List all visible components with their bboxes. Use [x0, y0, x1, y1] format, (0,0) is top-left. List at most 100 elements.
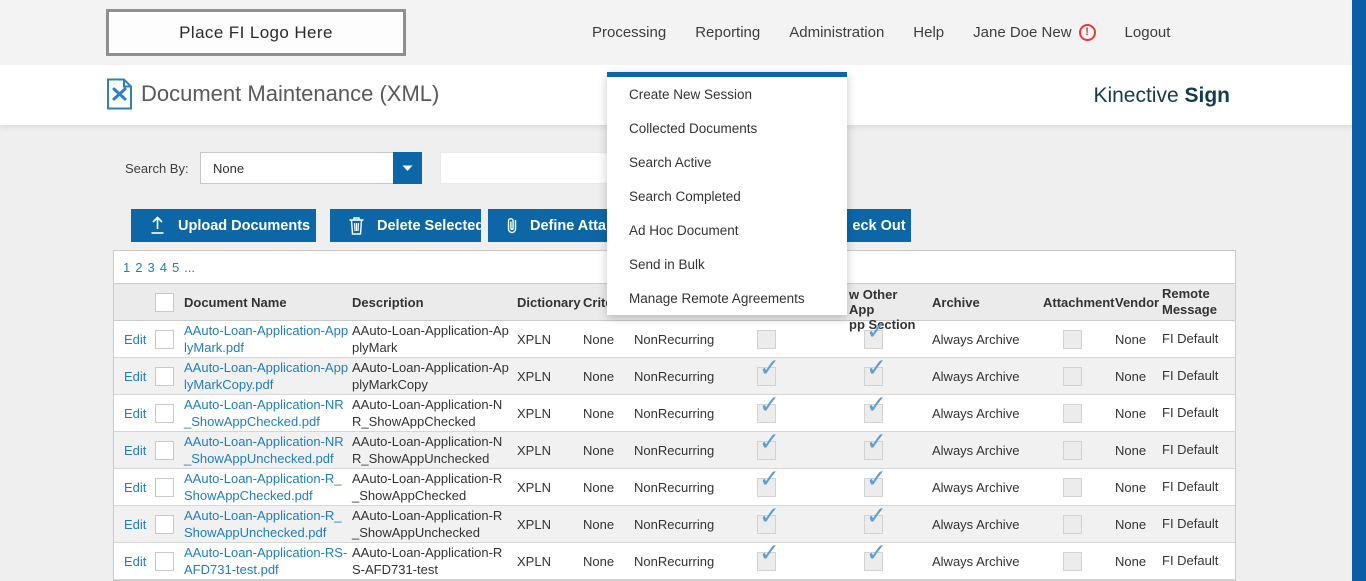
menu-item-search-active[interactable]: Search Active [607, 145, 847, 179]
row-select-checkbox[interactable] [155, 515, 174, 534]
attachment-checkbox[interactable] [1063, 478, 1082, 497]
nav-reporting[interactable]: Reporting [695, 24, 760, 41]
attachment-checkbox[interactable] [1063, 330, 1082, 349]
upload-documents-label: Upload Documents [178, 218, 310, 234]
show-other-app-checkbox[interactable]: ✓ [864, 404, 883, 423]
alert-icon: ! [1079, 24, 1096, 41]
show-other-app-checkbox[interactable]: ✓ [864, 330, 883, 349]
row-select-checkbox[interactable] [155, 330, 174, 349]
document-name-link[interactable]: AAuto-Loan-Application-ApplyMark.pdf [184, 322, 350, 356]
edit-link[interactable]: Edit [124, 369, 146, 384]
pagination-page-3[interactable]: 3 [147, 260, 154, 275]
description-cell: AAuto-Loan-Application-R_ShowAppUnchecke… [350, 506, 509, 542]
select-all-checkbox[interactable] [155, 293, 174, 312]
criteria-cell: None [579, 543, 626, 579]
description-cell: AAuto-Loan-Application-NR_ShowAppUncheck… [350, 432, 509, 468]
nav-help[interactable]: Help [913, 24, 944, 41]
edit-link[interactable]: Edit [124, 480, 146, 495]
document-name-link[interactable]: AAuto-Loan-Application-R_ShowAppChecked.… [184, 470, 350, 504]
menu-item-ad-hoc-document[interactable]: Ad Hoc Document [607, 213, 847, 247]
recurring-checkbox[interactable]: ✓ [757, 404, 776, 423]
edit-link[interactable]: Edit [124, 406, 146, 421]
dictionary-cell: XPLN [509, 321, 579, 357]
row-select-checkbox[interactable] [155, 367, 174, 386]
header-other-app-section[interactable]: w Other App pp Section [834, 284, 924, 320]
menu-item-send-in-bulk[interactable]: Send in Bulk [607, 247, 847, 281]
header-document-name[interactable]: Document Name [182, 284, 350, 320]
header-dictionary[interactable]: Dictionary [509, 284, 579, 320]
show-other-app-checkbox[interactable]: ✓ [864, 367, 883, 386]
paperclip-icon [506, 216, 518, 235]
recurring-checkbox[interactable]: ✓ [757, 367, 776, 386]
vendor-cell: None [1109, 321, 1156, 357]
recurring-checkbox[interactable]: ✓ [757, 441, 776, 460]
recurring-checkbox[interactable]: ✓ [757, 478, 776, 497]
description-cell: AAuto-Loan-Application-RS-AFD731-test [350, 543, 509, 579]
description-cell: AAuto-Loan-Application-ApplyMarkCopy [350, 358, 509, 394]
menu-item-search-completed[interactable]: Search Completed [607, 179, 847, 213]
show-other-app-checkbox[interactable]: ✓ [864, 478, 883, 497]
chevron-down-icon[interactable] [393, 152, 422, 184]
row-select-checkbox[interactable] [155, 404, 174, 423]
document-name-link[interactable]: AAuto-Loan-Application-NR_ShowAppUncheck… [184, 433, 350, 467]
header-remote-message[interactable]: Remote Message [1156, 284, 1235, 320]
search-by-label: Search By: [125, 161, 189, 176]
row-select-checkbox[interactable] [155, 552, 174, 571]
delete-selected-button[interactable]: Delete Selected [330, 209, 481, 242]
header-vendor[interactable]: Vendor [1109, 284, 1156, 320]
criteria-cell: None [579, 469, 626, 505]
recurring-checkbox[interactable]: ✓ [757, 515, 776, 534]
row-select-checkbox[interactable] [155, 441, 174, 460]
criteria-cell: None [579, 506, 626, 542]
show-other-app-checkbox[interactable]: ✓ [864, 515, 883, 534]
pagination-page-1[interactable]: 1 [123, 260, 130, 275]
nav-logout[interactable]: Logout [1125, 24, 1171, 41]
document-name-link[interactable]: AAuto-Loan-Application-NR_ShowAppChecked… [184, 396, 350, 430]
archive-cell: Always Archive [924, 395, 1039, 431]
menu-item-create-new-session[interactable]: Create New Session [607, 77, 847, 111]
pagination-page-4[interactable]: 4 [160, 260, 167, 275]
menu-item-collected-documents[interactable]: Collected Documents [607, 111, 847, 145]
archive-cell: Always Archive [924, 469, 1039, 505]
description-cell: AAuto-Loan-Application-ApplyMark [350, 321, 509, 357]
attachment-checkbox[interactable] [1063, 367, 1082, 386]
header-attachment[interactable]: Attachment [1039, 284, 1109, 320]
edit-link[interactable]: Edit [124, 554, 146, 569]
right-edge-bar [1352, 0, 1366, 581]
document-name-link[interactable]: AAuto-Loan-Application-RS-AFD731-test.pd… [184, 544, 350, 578]
check-out-button-partial[interactable]: eck Out [847, 209, 911, 242]
edit-link[interactable]: Edit [124, 517, 146, 532]
user-name: Jane Doe New [973, 24, 1071, 41]
show-other-app-checkbox[interactable]: ✓ [864, 441, 883, 460]
header-description[interactable]: Description [350, 284, 509, 320]
nav-processing[interactable]: Processing [592, 24, 666, 41]
show-other-app-checkbox[interactable]: ✓ [864, 552, 883, 571]
toolbar: Upload Documents Delete Selected Define … [131, 209, 658, 242]
attachment-checkbox[interactable] [1063, 441, 1082, 460]
nav-administration[interactable]: Administration [789, 24, 884, 41]
pagination-ellipsis[interactable]: ... [184, 260, 195, 275]
attachment-checkbox[interactable] [1063, 552, 1082, 571]
upload-documents-button[interactable]: Upload Documents [131, 209, 316, 242]
delete-selected-label: Delete Selected [377, 218, 481, 234]
menu-item-manage-remote-agreements[interactable]: Manage Remote Agreements [607, 281, 847, 315]
search-by-select[interactable]: None [200, 152, 422, 184]
pagination-page-2[interactable]: 2 [135, 260, 142, 275]
edit-link[interactable]: Edit [124, 443, 146, 458]
attachment-checkbox[interactable] [1063, 404, 1082, 423]
row-select-checkbox[interactable] [155, 478, 174, 497]
nav-user-menu[interactable]: Jane Doe New ! [973, 24, 1095, 41]
header-edit-spacer [114, 284, 152, 320]
edit-link[interactable]: Edit [124, 332, 146, 347]
upload-icon [149, 216, 166, 235]
document-name-link[interactable]: AAuto-Loan-Application-ApplyMarkCopy.pdf [184, 359, 350, 393]
recurring-checkbox[interactable]: ✓ [757, 552, 776, 571]
attachment-checkbox[interactable] [1063, 515, 1082, 534]
table-row: Edit AAuto-Loan-Application-R_ShowAppChe… [114, 469, 1235, 506]
recurring-checkbox[interactable] [757, 330, 776, 349]
header-archive[interactable]: Archive [924, 284, 1039, 320]
check-mark-icon: ✓ [866, 430, 887, 455]
document-name-link[interactable]: AAuto-Loan-Application-R_ShowAppUnchecke… [184, 507, 350, 541]
pagination-page-5[interactable]: 5 [172, 260, 179, 275]
criteria-cell: None [579, 395, 626, 431]
